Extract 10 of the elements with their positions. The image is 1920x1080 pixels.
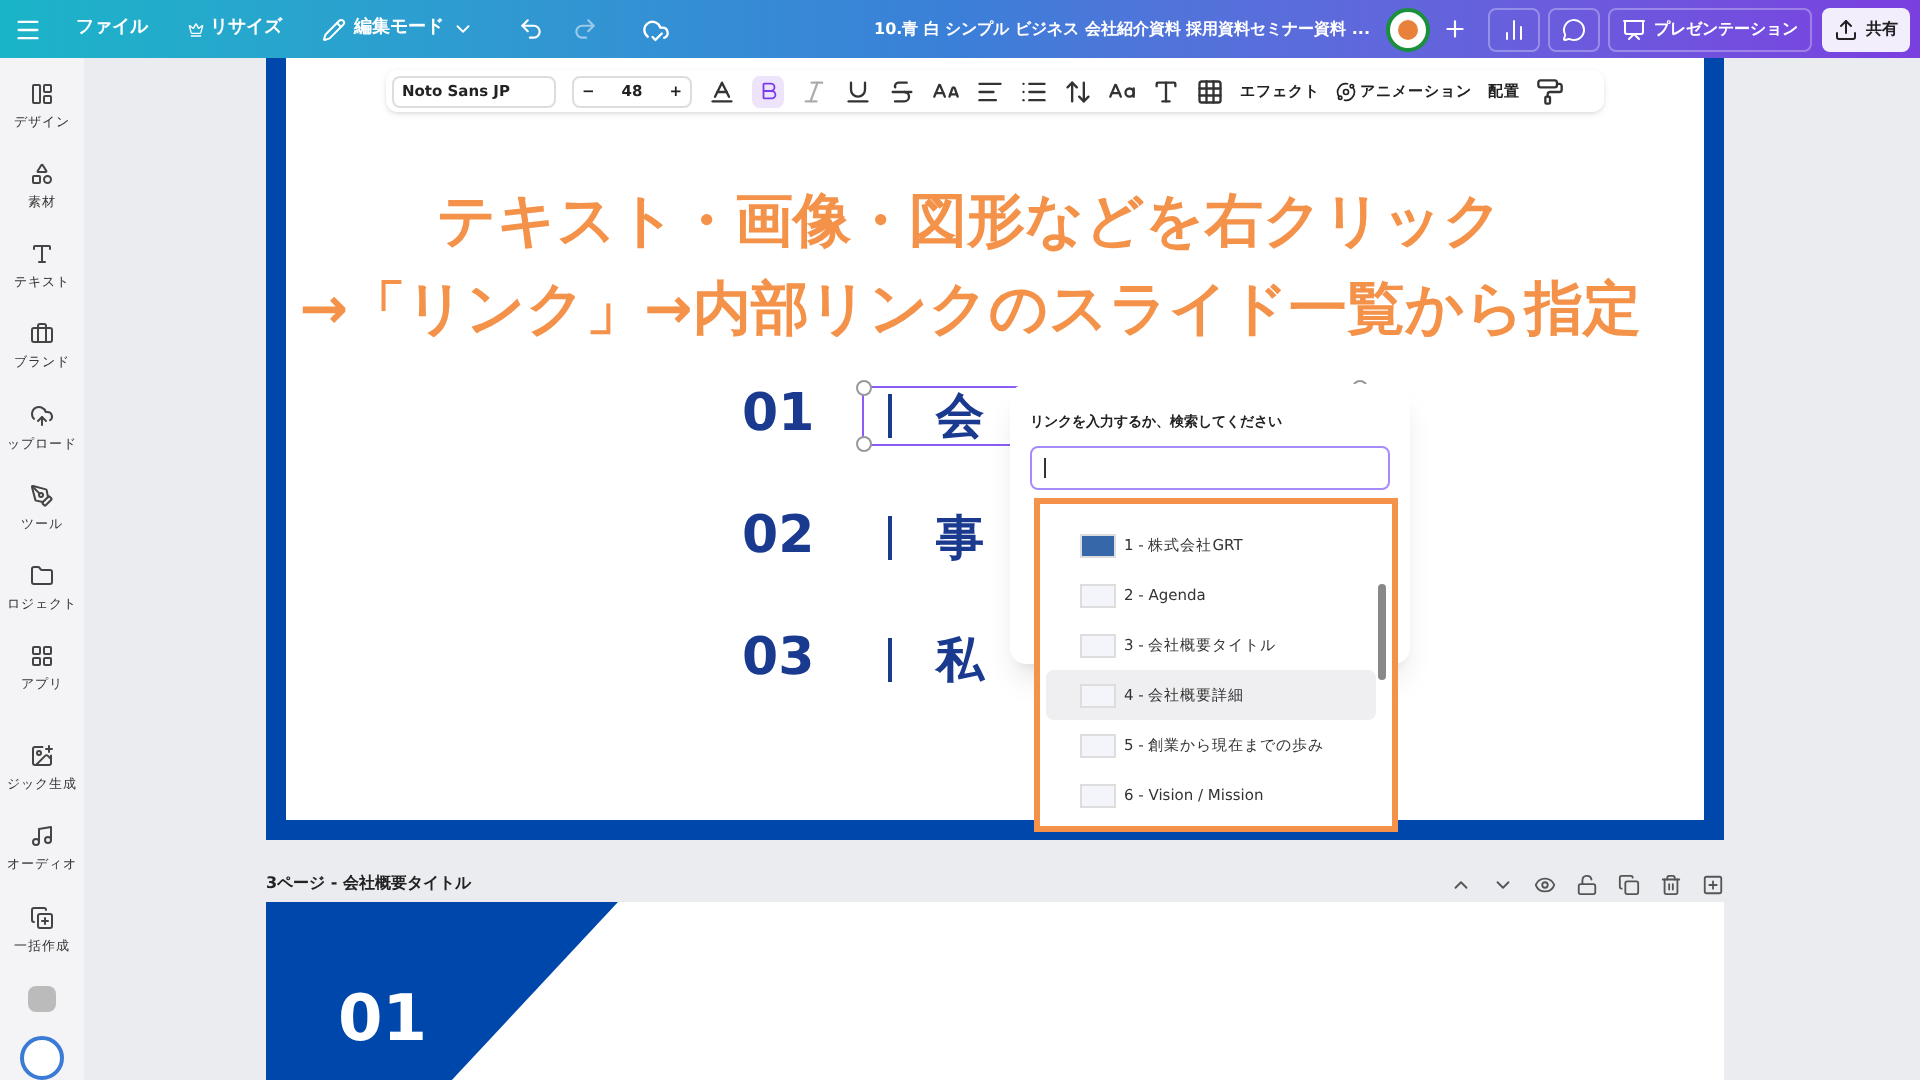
- agenda-number: 02: [742, 504, 817, 570]
- agenda-title: 私: [936, 629, 984, 691]
- annotation-text: →「リンク」→内部リンクのスライド一覧から指定: [299, 272, 1641, 346]
- agenda-title: 事: [936, 507, 984, 569]
- section-number: 01: [338, 978, 428, 1061]
- agenda-number: 01: [742, 382, 817, 448]
- agenda-number: 03: [742, 626, 817, 692]
- annotation-text: テキスト・画像・図形などを右クリック: [437, 184, 1503, 258]
- agenda-title: 会: [936, 385, 984, 447]
- page-header: 3ページ - 会社概要タイトル: [266, 872, 471, 897]
